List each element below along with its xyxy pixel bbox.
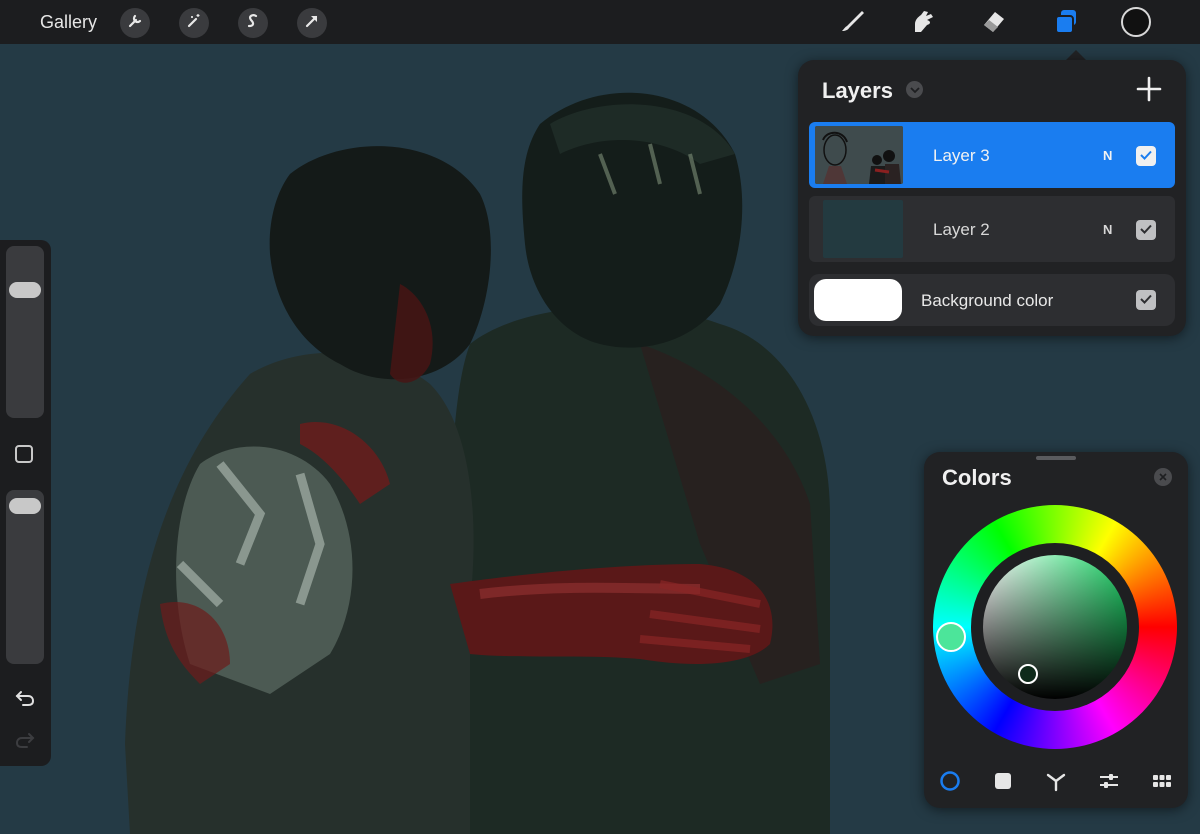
top-toolbar: Gallery: [0, 0, 1200, 44]
layer-row[interactable]: Layer 2 N: [809, 196, 1175, 262]
colors-panel: Colors: [924, 452, 1188, 808]
eraser-button[interactable]: [978, 8, 1010, 38]
brush-button[interactable]: [836, 8, 868, 38]
hue-handle[interactable]: [936, 622, 966, 652]
layers-icon: [1052, 7, 1080, 40]
opacity-slider[interactable]: [6, 490, 44, 664]
layer-row[interactable]: Layer 3 N: [809, 122, 1175, 188]
transform-button[interactable]: [297, 8, 327, 38]
layer-thumbnail: [823, 200, 903, 258]
close-colors-button[interactable]: [1154, 468, 1172, 486]
layer-thumbnail: [815, 126, 903, 184]
redo-button[interactable]: [14, 730, 36, 755]
undo-button[interactable]: [14, 688, 36, 713]
hue-ring[interactable]: [933, 505, 1177, 749]
palettes-icon: [1151, 770, 1173, 797]
value-icon: [1098, 770, 1120, 797]
left-sidebar: [0, 240, 51, 766]
selection-button[interactable]: [238, 8, 268, 38]
wrench-icon: [127, 13, 143, 34]
brush-size-thumb[interactable]: [9, 282, 41, 298]
checkmark-icon: [1140, 291, 1152, 309]
layer-name: Layer 3: [933, 146, 990, 165]
color-mode-tabs: [924, 768, 1188, 798]
disc-icon: [939, 770, 961, 797]
layer-name: Layer 2: [933, 220, 990, 239]
saturation-handle[interactable]: [1018, 664, 1038, 684]
add-layer-button[interactable]: [1135, 75, 1163, 103]
brush-icon: [838, 8, 866, 39]
selection-icon: [245, 13, 261, 34]
classic-icon: [993, 771, 1013, 796]
blend-mode-button[interactable]: N: [1103, 222, 1112, 237]
saturation-disc[interactable]: [983, 555, 1127, 699]
checkmark-icon: [1140, 221, 1152, 239]
adjustments-button[interactable]: [179, 8, 209, 38]
tab-harmony[interactable]: [1043, 770, 1069, 796]
transform-icon: [304, 13, 320, 34]
tab-palettes[interactable]: [1149, 770, 1175, 796]
layer-visibility-checkbox[interactable]: [1136, 220, 1156, 240]
modify-button[interactable]: [15, 445, 33, 463]
actions-button[interactable]: [120, 8, 150, 38]
background-color-label: Background color: [921, 291, 1054, 310]
layers-popover-arrow: [1066, 50, 1086, 60]
blend-mode-button[interactable]: N: [1103, 148, 1112, 163]
close-icon: [1159, 468, 1167, 486]
tab-value[interactable]: [1096, 770, 1122, 796]
layer-visibility-checkbox[interactable]: [1136, 146, 1156, 166]
undo-icon: [14, 691, 36, 712]
eraser-icon: [980, 8, 1008, 39]
colors-title: Colors: [942, 465, 1012, 490]
layers-options-button[interactable]: [906, 81, 923, 98]
gallery-button[interactable]: Gallery: [40, 12, 97, 33]
chevron-down-icon: [909, 81, 920, 99]
magic-wand-icon: [186, 13, 202, 34]
background-color-row[interactable]: Background color: [809, 274, 1175, 326]
layers-panel: Layers Layer 3 N Layer 2 N Background co…: [798, 60, 1186, 336]
checkmark-icon: [1140, 147, 1152, 165]
smudge-button[interactable]: [907, 8, 939, 38]
layers-title: Layers: [822, 78, 893, 103]
layers-button[interactable]: [1050, 8, 1082, 38]
background-visibility-checkbox[interactable]: [1136, 290, 1156, 310]
smudge-icon: [909, 8, 937, 39]
tab-disc[interactable]: [937, 770, 963, 796]
background-color-swatch[interactable]: [814, 279, 902, 321]
harmony-icon: [1045, 770, 1067, 797]
opacity-thumb[interactable]: [9, 498, 41, 514]
redo-icon: [14, 733, 36, 754]
tab-classic[interactable]: [990, 770, 1016, 796]
brush-size-slider[interactable]: [6, 246, 44, 418]
plus-icon: [1135, 76, 1163, 107]
current-color-button[interactable]: [1121, 7, 1151, 37]
panel-grabber[interactable]: [1036, 456, 1076, 460]
